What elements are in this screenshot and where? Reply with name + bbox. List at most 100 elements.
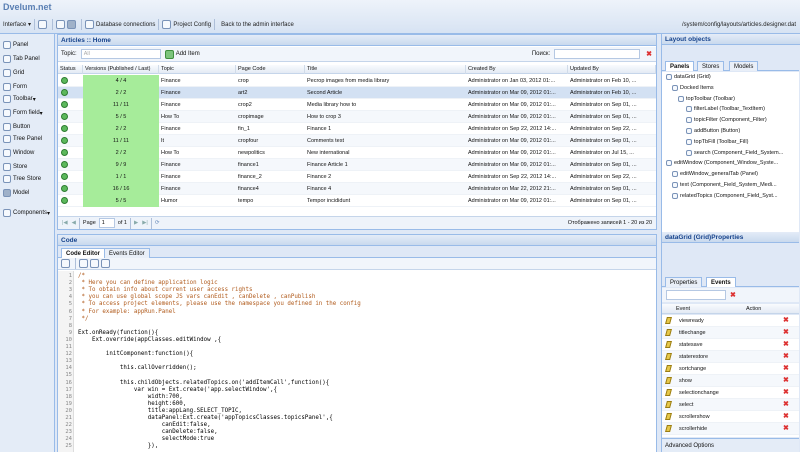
table-row[interactable]: 4 / 4 Finance crop Pecrop images from media…	[58, 75, 656, 87]
edit-icon[interactable]	[665, 413, 672, 420]
tree-node[interactable]: topTbFill (Toolbar_Fill)	[686, 138, 748, 145]
event-row[interactable]: viewready ✖	[662, 315, 799, 327]
page-input[interactable]: 1	[98, 218, 115, 228]
clear-filter-icon[interactable]: ✖	[730, 291, 736, 299]
delete-icon[interactable]: ✖	[783, 425, 789, 432]
table-row[interactable]: 9 / 9 Finance finance1 Finance Article 1 Adm…	[58, 159, 656, 171]
table-row[interactable]: 1 / 1 Finance finance_2 Finance 2 Administra…	[58, 171, 656, 183]
table-row[interactable]: 16 / 16 Finance finance4 Finance 4 Administr…	[58, 183, 656, 195]
delete-icon[interactable]: ✖	[783, 377, 789, 384]
edit-icon[interactable]	[665, 425, 672, 432]
delete-icon[interactable]: ✖	[783, 329, 789, 336]
tree-node[interactable]: filterLabel (Toolbar_TextItem)	[686, 106, 765, 113]
component-tree-store[interactable]: Tree Store	[3, 172, 53, 186]
tree-node[interactable]: text (Component_Field_System_Medi...	[672, 182, 777, 188]
save-code-icon[interactable]	[61, 259, 70, 268]
column-header[interactable]: Page Code	[236, 65, 305, 74]
prev-page-icon[interactable]: ◀	[72, 220, 76, 226]
tree-node[interactable]: editWindow_generalTab (Panel)	[672, 171, 758, 178]
component-grid[interactable]: Grid	[3, 66, 53, 80]
column-header[interactable]: Topic	[159, 65, 236, 74]
events-filter-input[interactable]	[666, 290, 726, 300]
table-row[interactable]: 2 / 2 How To newpolitics New international A…	[58, 147, 656, 159]
tab-properties[interactable]: Properties	[665, 277, 703, 287]
component-model[interactable]: Model	[3, 186, 53, 200]
delete-icon[interactable]: ✖	[783, 317, 789, 324]
save-icon[interactable]	[38, 20, 48, 29]
refresh-icon[interactable]: ⟳	[155, 220, 160, 226]
event-row[interactable]: select ✖	[662, 399, 799, 411]
topic-filter-input[interactable]: All	[80, 49, 161, 59]
undo-icon[interactable]	[79, 259, 88, 268]
event-row[interactable]: selectionchange ✖	[662, 387, 799, 399]
settings-icon[interactable]	[56, 20, 66, 29]
column-header[interactable]: Updated By	[568, 65, 656, 74]
table-row[interactable]: 5 / 5 Humor tempo Tempor incididunt Administ…	[58, 195, 656, 207]
edit-icon[interactable]	[665, 377, 672, 384]
search-input[interactable]	[554, 49, 641, 59]
tree-node[interactable]: dataGrid (Grid)	[666, 74, 711, 80]
clear-search-icon[interactable]: ✖	[646, 50, 652, 58]
tree-node[interactable]: addButton (Button)	[686, 128, 740, 134]
tab-stores[interactable]: Stores	[697, 61, 725, 71]
table-row[interactable]: 2 / 2 Finance fin_1 Finance 1 Administrator …	[58, 123, 656, 135]
component-panel[interactable]: Panel	[3, 38, 53, 52]
tree-node[interactable]: topicFilter (Component_Filter)	[686, 117, 767, 124]
db-connections-button[interactable]: Database connections	[96, 22, 155, 28]
delete-icon[interactable]: ✖	[783, 401, 789, 408]
tree-node[interactable]: topToolbar (Toolbar)	[678, 95, 735, 102]
component-window[interactable]: Window	[3, 146, 53, 160]
delete-icon[interactable]: ✖	[783, 353, 789, 360]
add-item-button[interactable]: Add Item	[176, 51, 200, 57]
redo-icon[interactable]	[90, 259, 99, 268]
edit-icon[interactable]	[665, 389, 672, 396]
tab-models[interactable]: Models	[729, 61, 759, 71]
tree-node[interactable]: search (Component_Field_System...	[686, 149, 783, 156]
advanced-options[interactable]: Advanced Options	[662, 438, 799, 452]
event-row[interactable]: titlechange ✖	[662, 327, 799, 339]
event-row[interactable]: sortchange ✖	[662, 363, 799, 375]
tree-node[interactable]: editWindow (Component_Window_Syste...	[666, 160, 778, 167]
view-icon[interactable]	[67, 20, 77, 29]
interface-menu[interactable]: Interface ▾	[3, 21, 31, 28]
code-editor[interactable]: 1 2 3 4 5 6 7 8 9 10 11 12 13 14 15 16 17 18 19 20 21 22 23 24 2…	[58, 271, 656, 452]
tree-node[interactable]: Docked Items	[672, 84, 714, 91]
edit-icon[interactable]	[665, 365, 672, 372]
component-components[interactable]: Components ▾	[3, 206, 53, 220]
event-row[interactable]: staterestore ✖	[662, 351, 799, 363]
component-tab-panel[interactable]: Tab Panel	[3, 52, 53, 66]
event-row[interactable]: show ✖	[662, 375, 799, 387]
delete-icon[interactable]: ✖	[783, 341, 789, 348]
table-row[interactable]: 5 / 5 How To cropimage How to crop 3 Adminis…	[58, 111, 656, 123]
component-form-field[interactable]: Form field ▾	[3, 106, 53, 120]
tab-events-editor[interactable]: Events Editor	[104, 248, 150, 258]
component-toolbar[interactable]: Toolbar ▾	[3, 92, 53, 106]
search-code-icon[interactable]	[101, 259, 110, 268]
component-tree-panel[interactable]: Tree Panel	[3, 132, 53, 146]
tree-node[interactable]: relatedTopics (Component_Field_Syst...	[672, 192, 778, 199]
column-header[interactable]: Status	[58, 65, 83, 74]
edit-icon[interactable]	[665, 329, 672, 336]
table-row[interactable]: 2 / 2 Finance art2 Second Article Administra…	[58, 87, 656, 99]
edit-icon[interactable]	[665, 401, 672, 408]
column-header[interactable]: Title	[305, 65, 466, 74]
tab-panels[interactable]: Panels	[665, 61, 695, 71]
last-page-icon[interactable]: ▶|	[142, 220, 148, 226]
edit-icon[interactable]	[665, 341, 672, 348]
delete-icon[interactable]: ✖	[783, 389, 789, 396]
column-header[interactable]: Versions (Published / Last)	[83, 65, 159, 74]
tab-events[interactable]: Events	[706, 277, 736, 287]
tab-code-editor[interactable]: Code Editor	[61, 248, 105, 258]
edit-icon[interactable]	[665, 317, 672, 324]
table-row[interactable]: 11 / 11 Finance crop2 Media library how to A…	[58, 99, 656, 111]
project-config-button[interactable]: Project Config	[173, 22, 211, 28]
edit-icon[interactable]	[665, 353, 672, 360]
delete-icon[interactable]: ✖	[783, 365, 789, 372]
event-row[interactable]: scrollerhide ✖	[662, 423, 799, 435]
column-header[interactable]: Created By	[466, 65, 568, 74]
delete-icon[interactable]: ✖	[783, 413, 789, 420]
table-row[interactable]: 11 / 11 It cropfour Comments test Administra…	[58, 135, 656, 147]
first-page-icon[interactable]: |◀	[62, 220, 68, 226]
event-row[interactable]: statesave ✖	[662, 339, 799, 351]
event-row[interactable]: scrollershow ✖	[662, 411, 799, 423]
